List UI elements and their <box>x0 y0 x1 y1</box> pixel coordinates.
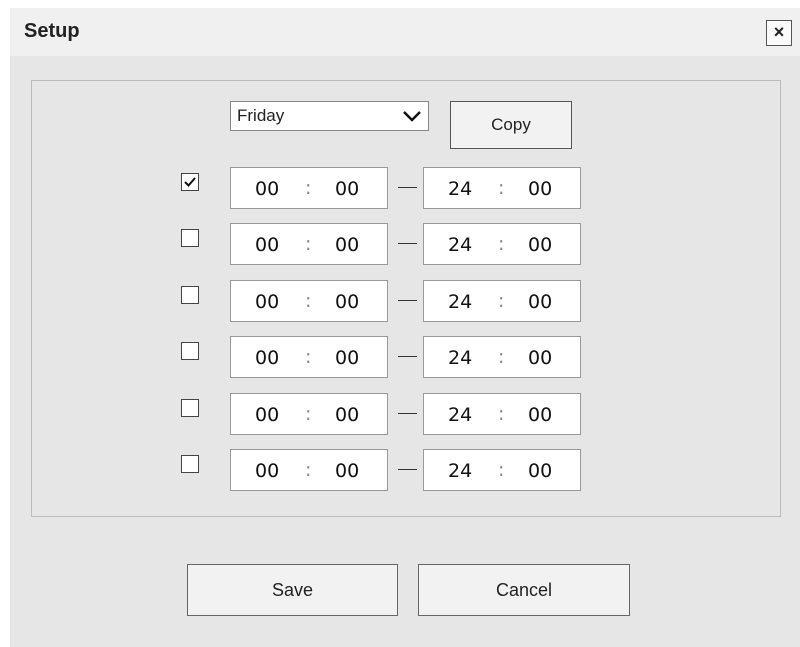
range-dash <box>398 413 417 414</box>
schedule-panel: Friday Copy 00:00 24:00 00:00 24:00 00:00 24:… <box>31 80 781 517</box>
end-time-field[interactable]: 24: 00 <box>423 336 581 378</box>
period-row: 00: 00 24: 00 <box>32 449 780 493</box>
end-hour[interactable]: 24 <box>448 234 472 256</box>
close-icon: × <box>773 22 785 42</box>
period-checkbox[interactable] <box>181 342 199 360</box>
period-row: 00: 00 24: 00 <box>32 167 780 211</box>
start-minute[interactable]: 00 <box>335 404 359 426</box>
day-select[interactable]: Friday <box>230 101 429 131</box>
start-minute[interactable]: 00 <box>335 347 359 369</box>
start-time-field[interactable]: 00: 00 <box>230 393 388 435</box>
day-select-value: Friday <box>237 106 285 125</box>
close-button[interactable]: × <box>766 20 792 46</box>
range-dash <box>398 243 417 244</box>
end-hour[interactable]: 24 <box>448 404 472 426</box>
start-minute[interactable]: 00 <box>335 234 359 256</box>
start-hour[interactable]: 00 <box>255 347 279 369</box>
start-time-field[interactable]: 00: 00 <box>230 223 388 265</box>
time-separator: : <box>498 177 505 199</box>
period-checkbox[interactable] <box>181 399 199 417</box>
period-checkbox[interactable] <box>181 455 199 473</box>
end-minute[interactable]: 00 <box>528 404 552 426</box>
start-hour[interactable]: 00 <box>255 460 279 482</box>
range-dash <box>398 356 417 357</box>
period-checkbox[interactable] <box>181 173 199 191</box>
start-minute[interactable]: 00 <box>335 460 359 482</box>
checkmark-icon <box>184 177 196 187</box>
end-minute[interactable]: 00 <box>528 178 552 200</box>
time-separator: : <box>305 290 312 312</box>
end-hour[interactable]: 24 <box>448 460 472 482</box>
time-separator: : <box>305 346 312 368</box>
end-hour[interactable]: 24 <box>448 291 472 313</box>
time-separator: : <box>305 403 312 425</box>
period-row: 00: 00 24: 00 <box>32 393 780 437</box>
period-row: 00: 00 24: 00 <box>32 336 780 380</box>
end-minute[interactable]: 00 <box>528 291 552 313</box>
time-separator: : <box>498 459 505 481</box>
start-hour[interactable]: 00 <box>255 178 279 200</box>
start-time-field[interactable]: 00: 00 <box>230 167 388 209</box>
period-checkbox[interactable] <box>181 229 199 247</box>
cancel-button[interactable]: Cancel <box>418 564 630 616</box>
start-time-field[interactable]: 00: 00 <box>230 336 388 378</box>
start-minute[interactable]: 00 <box>335 178 359 200</box>
start-hour[interactable]: 00 <box>255 234 279 256</box>
dialog-titlebar: Setup × <box>10 8 800 56</box>
start-hour[interactable]: 00 <box>255 291 279 313</box>
period-row: 00: 00 24: 00 <box>32 223 780 267</box>
end-minute[interactable]: 00 <box>528 234 552 256</box>
setup-dialog: Setup × Friday Copy 00:00 24:00 00:00 24:00… <box>10 8 800 647</box>
start-minute[interactable]: 00 <box>335 291 359 313</box>
save-button[interactable]: Save <box>187 564 398 616</box>
end-time-field[interactable]: 24: 00 <box>423 280 581 322</box>
end-time-field[interactable]: 24: 00 <box>423 449 581 491</box>
period-row: 00: 00 24: 00 <box>32 280 780 324</box>
start-time-field[interactable]: 00: 00 <box>230 280 388 322</box>
end-minute[interactable]: 00 <box>528 347 552 369</box>
range-dash <box>398 469 417 470</box>
end-time-field[interactable]: 24: 00 <box>423 167 581 209</box>
time-separator: : <box>498 346 505 368</box>
start-hour[interactable]: 00 <box>255 404 279 426</box>
start-time-field[interactable]: 00: 00 <box>230 449 388 491</box>
time-separator: : <box>305 233 312 255</box>
time-separator: : <box>498 403 505 425</box>
time-separator: : <box>305 459 312 481</box>
range-dash <box>398 187 417 188</box>
time-separator: : <box>498 290 505 312</box>
time-separator: : <box>305 177 312 199</box>
copy-button[interactable]: Copy <box>450 101 572 149</box>
end-hour[interactable]: 24 <box>448 347 472 369</box>
end-time-field[interactable]: 24: 00 <box>423 223 581 265</box>
end-hour[interactable]: 24 <box>448 178 472 200</box>
chevron-down-icon <box>403 111 421 122</box>
period-checkbox[interactable] <box>181 286 199 304</box>
time-separator: : <box>498 233 505 255</box>
end-minute[interactable]: 00 <box>528 460 552 482</box>
end-time-field[interactable]: 24: 00 <box>423 393 581 435</box>
range-dash <box>398 300 417 301</box>
dialog-title: Setup <box>24 20 80 42</box>
